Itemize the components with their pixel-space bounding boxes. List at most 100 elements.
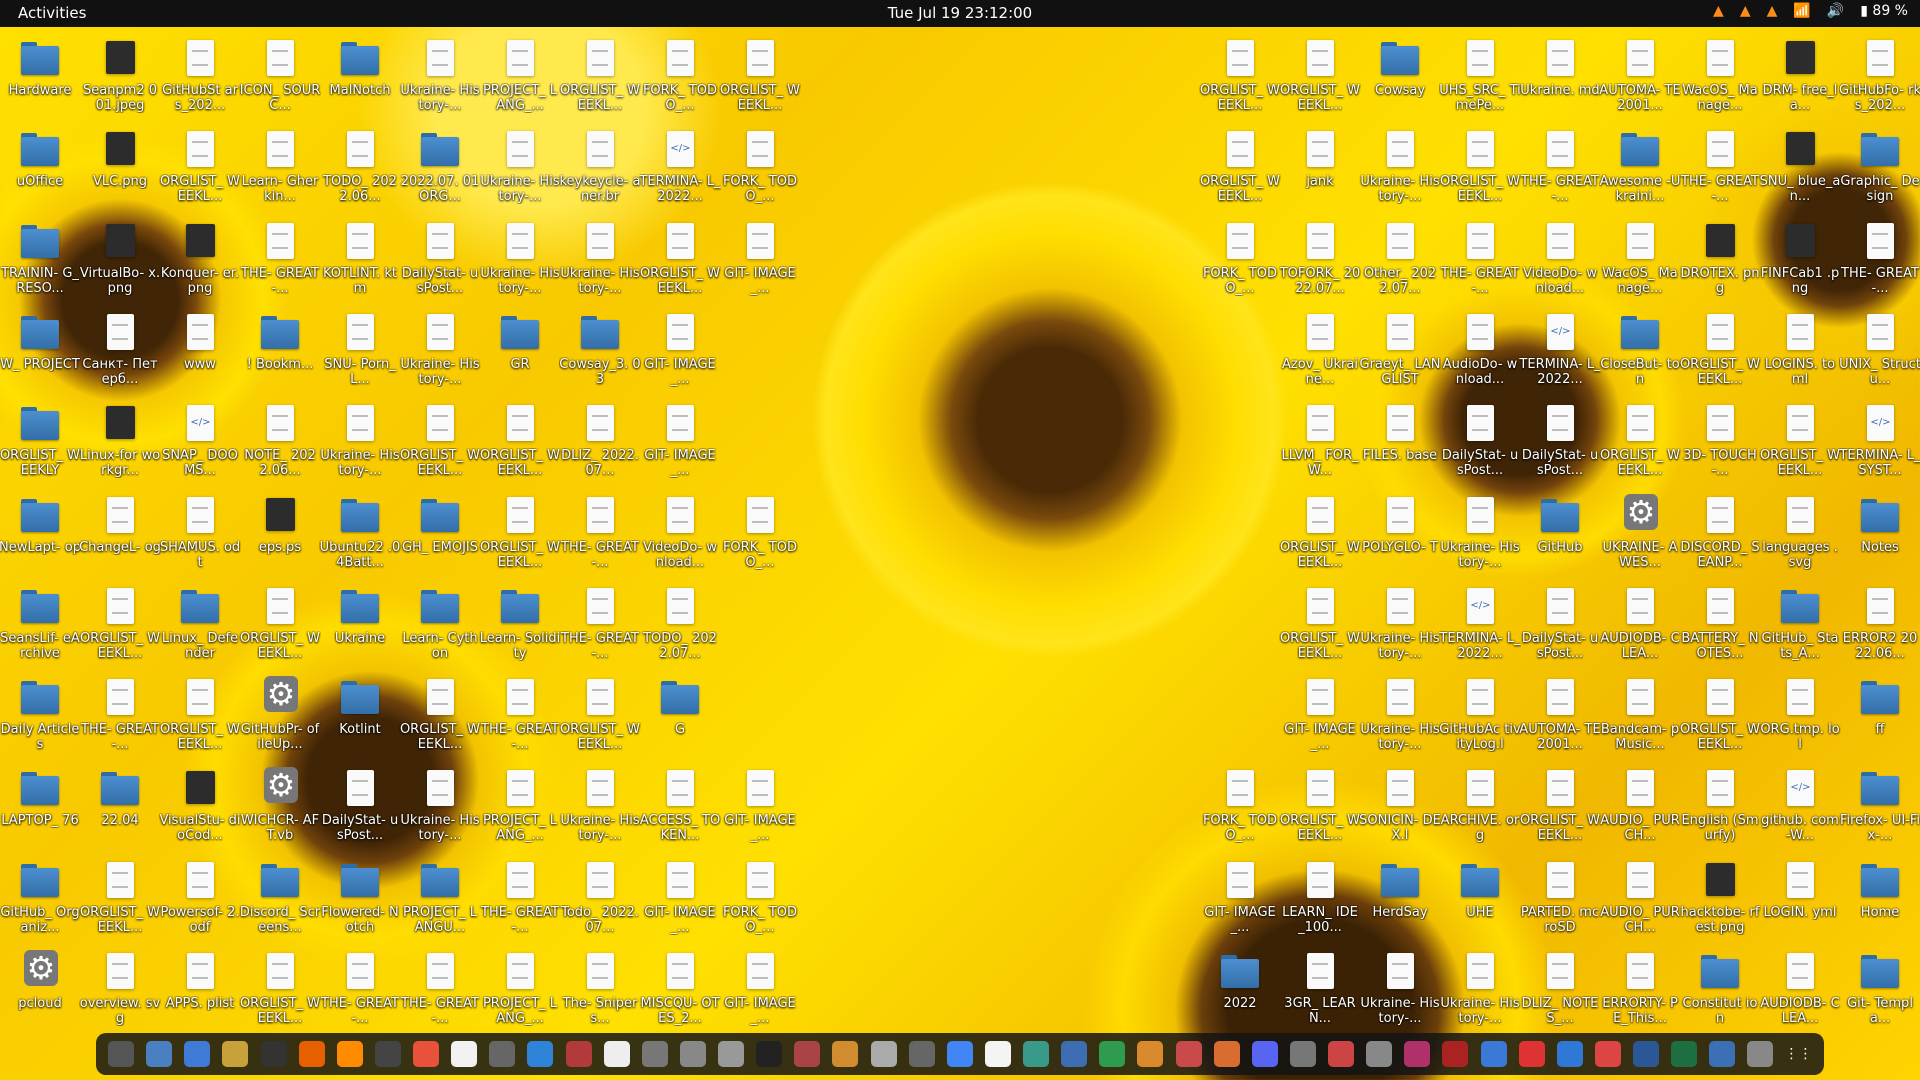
desktop-icon[interactable]: GitHub_ Stats_A... bbox=[1760, 581, 1840, 669]
desktop-icon[interactable]: W_ PROJECT bbox=[0, 307, 80, 395]
desktop-icon[interactable]: Kotlint bbox=[320, 672, 400, 760]
desktop-icon[interactable]: Ukraine- History-... bbox=[1360, 124, 1440, 212]
desktop-icon[interactable]: ORGLIST_ WEEKL... bbox=[1200, 33, 1280, 121]
desktop-icon[interactable]: Cowsay bbox=[1360, 33, 1440, 121]
text-editor-icon[interactable] bbox=[184, 1041, 211, 1067]
desktop-icon[interactable]: github. com-W... bbox=[1760, 763, 1840, 851]
desktop-icon[interactable]: THE- GREAT-... bbox=[1440, 216, 1520, 304]
desktop-icon[interactable]: eps.ps bbox=[240, 490, 320, 578]
desktop-icon[interactable]: ORGLIST_ WEEKL... bbox=[480, 490, 560, 578]
desktop-icon[interactable]: GitHubPr- ofileUp... bbox=[240, 672, 320, 760]
desktop-icon[interactable]: LOGINS. toml bbox=[1760, 307, 1840, 395]
desktop-icon[interactable]: ORGLIST_ WEEKL... bbox=[160, 124, 240, 212]
code-icon[interactable] bbox=[1709, 1041, 1736, 1067]
desktop-icon[interactable]: Other_ 2022.07... bbox=[1360, 216, 1440, 304]
desktop-icon[interactable]: ORGLIST_ WEEKL... bbox=[560, 33, 640, 121]
desktop-icon[interactable]: MalNotch bbox=[320, 33, 400, 121]
desktop-icon[interactable]: TERMINA- L_2022... bbox=[639, 124, 721, 212]
pack-icon[interactable] bbox=[1137, 1041, 1164, 1067]
calendar-icon[interactable] bbox=[1175, 1041, 1202, 1067]
desktop-icon[interactable]: FINFCab1 .png bbox=[1760, 216, 1840, 304]
media-icon[interactable] bbox=[1404, 1041, 1431, 1067]
desktop-icon[interactable]: SNU- Porn_L... bbox=[320, 307, 400, 395]
desktop-icon[interactable]: GH_ EMOJIS bbox=[400, 490, 480, 578]
desktop-icon[interactable]: Seanpm2 001.jpeg bbox=[80, 33, 160, 121]
desktop-icon[interactable]: SONICIN- DEX.l bbox=[1359, 763, 1441, 851]
desktop-icon[interactable]: LEARN_ IDE_100... bbox=[1280, 855, 1360, 943]
desktop-icon[interactable]: ORGLIST_ WEEKL... bbox=[720, 33, 800, 121]
desktop-icon[interactable]: ORGLIST_ WEEKLY bbox=[0, 398, 80, 486]
desktop-icon[interactable]: ORGLIST_ WEEKL... bbox=[1680, 307, 1760, 395]
desktop-icon[interactable]: MISCQU- OTES_2... bbox=[640, 946, 720, 1034]
desktop-icon[interactable]: Linux_ Defender bbox=[160, 581, 240, 669]
dropbox-icon[interactable] bbox=[1480, 1041, 1507, 1067]
desktop-icon[interactable]: WICHCR- AFT.vb bbox=[240, 763, 320, 851]
desktop-icon[interactable]: SeansLif- eArchive bbox=[0, 581, 80, 669]
desktop-icon[interactable]: DLIZ_ NOTES_... bbox=[1520, 946, 1600, 1034]
presentation-icon[interactable] bbox=[1213, 1041, 1240, 1067]
desktop-icon[interactable]: GIT- IMAGE_... bbox=[720, 216, 800, 304]
desktop-icon[interactable]: ORGLIST_ WEEKL... bbox=[160, 672, 240, 760]
desktop-icon[interactable]: Санкт- Петерб... bbox=[80, 307, 160, 395]
desktop-icon[interactable]: ORGLIST_ WEEKL... bbox=[480, 398, 560, 486]
desktop-icon[interactable]: Git- Templa... bbox=[1840, 946, 1920, 1034]
apps-grid-icon[interactable]: ⋮⋮ bbox=[1785, 1041, 1813, 1067]
desktop-icon[interactable]: Ubuntu22 .04Batt... bbox=[320, 490, 400, 578]
desktop-icon[interactable]: 3D- TOUCH-... bbox=[1680, 398, 1760, 486]
desktop-icon[interactable]: PROJECT_ LANG_... bbox=[480, 33, 560, 121]
table-icon[interactable] bbox=[1671, 1041, 1698, 1067]
screenshot-icon[interactable] bbox=[1023, 1041, 1049, 1067]
desktop-icon[interactable]: SNU_ blue_an... bbox=[1760, 124, 1840, 212]
desktop-icon[interactable]: Ukraine- History-... bbox=[1360, 946, 1440, 1034]
desktop-icon[interactable]: VLC.png bbox=[80, 124, 160, 212]
desktop-icon[interactable]: KOTLINT. ktm bbox=[320, 216, 400, 304]
desktop-icon[interactable]: Bandcam- pMusic... bbox=[1600, 672, 1680, 760]
desktop-icon[interactable]: ICON_ SOURC... bbox=[240, 33, 320, 121]
desktop-icon[interactable]: TERMINA- L_SYST... bbox=[1839, 398, 1920, 486]
desktop-icon[interactable]: Todo_ 2022.07... bbox=[560, 855, 640, 943]
heart-icon[interactable] bbox=[1594, 1041, 1621, 1067]
desktop-icon[interactable]: languages .svg bbox=[1760, 490, 1840, 578]
desktop-icon[interactable]: DailyStat- usPost... bbox=[1440, 398, 1520, 486]
desktop-icon[interactable]: GIT- IMAGE_... bbox=[1200, 855, 1280, 943]
desktop-icon[interactable]: The- Snipers... bbox=[560, 946, 640, 1034]
battery-indicator[interactable]: ▮ 89 % bbox=[1860, 3, 1908, 19]
desktop-icon[interactable]: SNAP_ DOOMS... bbox=[160, 398, 240, 486]
desktop-icon[interactable]: NewLapt- op bbox=[0, 490, 81, 578]
desktop-icon[interactable]: Awesome -Ukraini... bbox=[1600, 124, 1680, 212]
calculator-icon[interactable] bbox=[489, 1041, 516, 1067]
desktop-icon[interactable]: DLIZ_ 2022.07... bbox=[560, 398, 640, 486]
desktop-icon[interactable]: DailyStat- usPost... bbox=[1520, 398, 1600, 486]
store-icon[interactable] bbox=[1518, 1041, 1545, 1067]
desktop-icon[interactable]: GIT- IMAGE_... bbox=[1280, 672, 1360, 760]
desktop-icon[interactable]: GitHub_ Organiz... bbox=[0, 855, 80, 943]
desktop-icon[interactable]: ORGLIST_ WEEKL... bbox=[400, 672, 480, 760]
desktop-icon[interactable]: DailyStat- usPost... bbox=[320, 763, 400, 851]
vlc-tray-icon-2[interactable]: ▲ bbox=[1740, 3, 1751, 19]
desktop-icon[interactable]: Linux-for workgr... bbox=[80, 398, 160, 486]
terminal-2-icon[interactable] bbox=[260, 1041, 287, 1067]
desktop-icon[interactable]: Ukraine- History-... bbox=[320, 398, 400, 486]
desktop-icon[interactable]: GitHub bbox=[1520, 490, 1600, 578]
wifi-icon[interactable]: 📶 bbox=[1793, 3, 1810, 19]
desktop-icon[interactable]: AUDIODB- CLEA... bbox=[1600, 581, 1680, 669]
discord-icon[interactable] bbox=[1251, 1041, 1278, 1067]
monitor-icon[interactable] bbox=[565, 1041, 592, 1067]
desktop-icon[interactable]: Ukraine- History-... bbox=[1440, 946, 1520, 1034]
desktop-icon[interactable]: AUTOMA- TE2001... bbox=[1519, 672, 1601, 760]
trash-icon[interactable] bbox=[1747, 1041, 1774, 1067]
desktop-icon[interactable]: Discord_ Screens... bbox=[240, 855, 320, 943]
desktop-icon[interactable]: www bbox=[160, 307, 240, 395]
desktop-icon[interactable]: APPS. plist bbox=[160, 946, 240, 1034]
image-icon[interactable] bbox=[1328, 1041, 1354, 1067]
firefox-icon[interactable] bbox=[298, 1041, 325, 1067]
desktop-icon[interactable]: Azov_ Ukraine... bbox=[1280, 307, 1360, 395]
desktop-icon[interactable]: THE- GREAT-... bbox=[320, 946, 400, 1034]
desktop-icon[interactable]: Ukraine bbox=[320, 581, 400, 669]
desktop-icon[interactable]: CloseBut- ton bbox=[1600, 307, 1680, 395]
desktop-icon[interactable]: THE- GREAT-... bbox=[560, 490, 640, 578]
desktop-icon[interactable]: AUDIODB- CLEA... bbox=[1760, 946, 1840, 1034]
desktop-icon[interactable]: VirtualBo- x.png bbox=[80, 216, 160, 304]
desktop-icon[interactable]: Hardware bbox=[0, 33, 80, 121]
desktop-icon[interactable]: ORGLIST_ WEEKL... bbox=[80, 855, 160, 943]
